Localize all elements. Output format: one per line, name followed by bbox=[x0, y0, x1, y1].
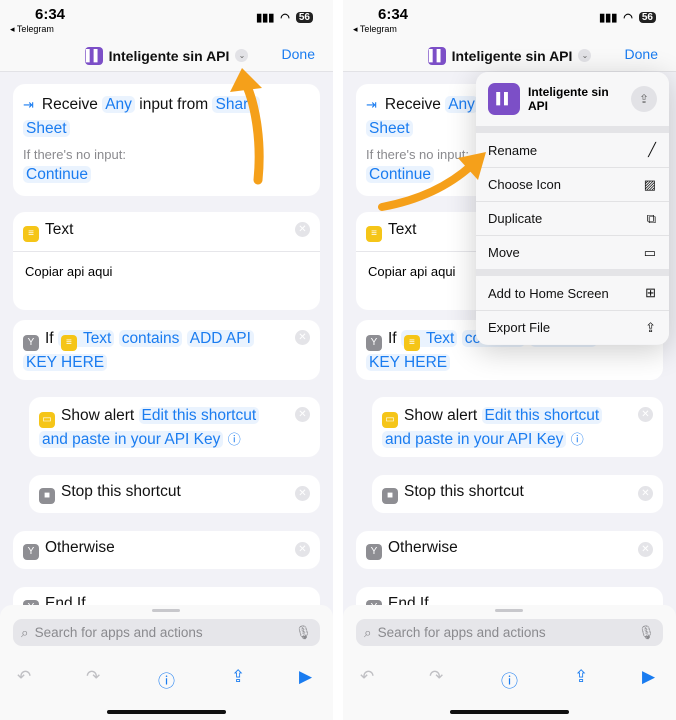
arrow-head-1 bbox=[230, 68, 262, 92]
arrow-to-rename bbox=[378, 161, 476, 211]
arrow-to-title-chevron bbox=[238, 73, 264, 185]
annotation-arrows bbox=[230, 68, 486, 211]
